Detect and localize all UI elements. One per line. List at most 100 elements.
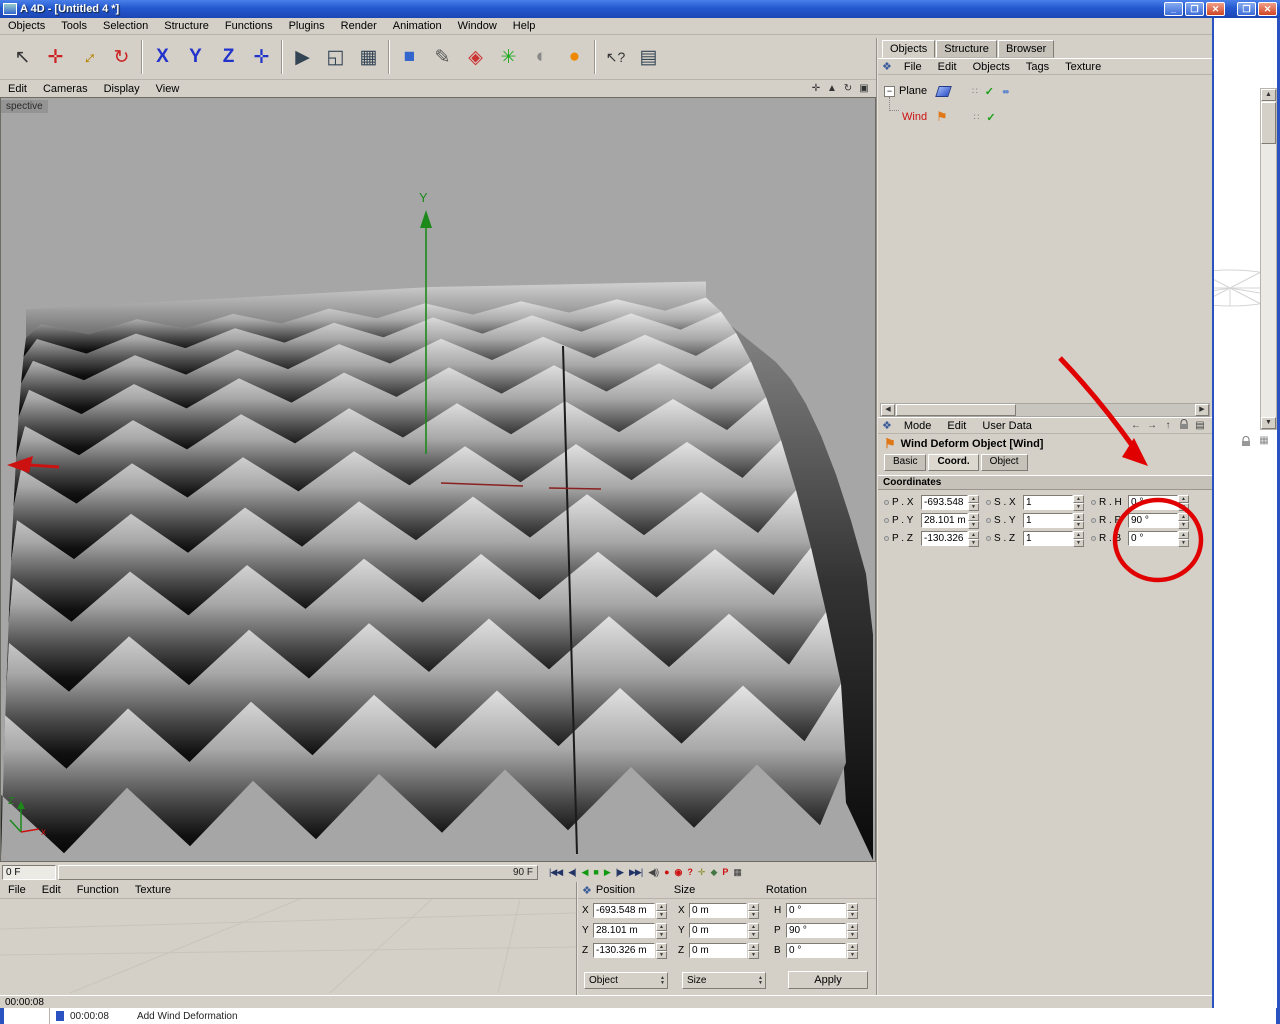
enabled-check-icon[interactable]: ✓ [985,85,994,98]
bg-window-close-button[interactable]: ✕ [1258,2,1277,16]
vp-menu-display[interactable]: Display [96,82,148,96]
rot-p-field[interactable] [786,923,846,938]
lock-y-axis-icon[interactable]: Y [179,38,212,76]
history-forward-icon[interactable]: → [1144,420,1160,431]
rot-h-spinner[interactable]: ▲ ▼ [847,903,858,919]
om-menu-file[interactable]: File [896,60,930,74]
px-field[interactable] [921,494,968,510]
pz-spinner[interactable]: ▲ ▼ [968,530,979,547]
lock-x-axis-icon[interactable]: X [146,38,179,76]
rb-spinner[interactable]: ▲ ▼ [1178,530,1189,547]
phong-tag-icon[interactable]: ●● [1002,87,1010,96]
close-button[interactable]: ✕ [1206,2,1225,16]
record-help-button[interactable]: ? [684,866,695,878]
menu-help[interactable]: Help [505,19,544,33]
help-cursor-icon[interactable]: ↖? [599,38,632,76]
tab-structure[interactable]: Structure [936,40,997,58]
rh-field[interactable] [1128,494,1178,510]
view-zoom-icon[interactable]: ▲ [824,83,840,94]
visibility-dots-icon[interactable]: ∷ [974,112,981,123]
grid-icon[interactable]: ▦ [730,866,744,879]
sx-field[interactable] [1023,494,1073,510]
add-deformer-icon[interactable]: ◈ [459,38,492,76]
scroll-down-icon[interactable]: ▼ [1261,417,1276,429]
size-x-field[interactable] [689,903,747,918]
sx-spinner[interactable]: ▲ ▼ [1073,494,1084,511]
menu-animation[interactable]: Animation [385,19,450,33]
om-menu-edit[interactable]: Edit [930,60,965,74]
minimize-button[interactable]: _ [1164,2,1183,16]
tab-coord[interactable]: Coord. [928,454,979,471]
size-x-spinner[interactable]: ▲ ▼ [748,903,759,919]
rot-h-field[interactable] [786,903,846,918]
bg-window-maximize-button[interactable]: ❐ [1237,2,1256,16]
lock-icon[interactable] [1238,436,1254,450]
add-particles-icon[interactable]: ✳ [492,38,525,76]
tlp-menu-edit[interactable]: Edit [34,883,69,897]
vp-menu-view[interactable]: View [148,82,188,96]
am-menu-userdata[interactable]: User Data [974,419,1040,433]
mode-dropdown[interactable]: Object ▲ ▼ [584,972,668,989]
coordinate-system-icon[interactable]: ✛ [245,38,278,76]
timeline-slider[interactable]: 90 F [58,864,538,880]
scroll-thumb[interactable] [1261,102,1276,144]
add-primitive-icon[interactable]: ■ [393,38,426,76]
anim-dot-icon[interactable] [1091,535,1096,541]
pz-field[interactable] [921,530,968,546]
rp-field[interactable] [1128,512,1178,528]
view-rotate-icon[interactable]: ↻ [840,83,856,94]
sy-spinner[interactable]: ▲ ▼ [1073,512,1084,529]
size-y-field[interactable] [689,923,747,938]
menu-render[interactable]: Render [333,19,385,33]
rot-p-spinner[interactable]: ▲ ▼ [847,923,858,939]
background-vscrollbar[interactable]: ▲ ▼ [1260,88,1277,430]
size-y-spinner[interactable]: ▲ ▼ [748,923,759,939]
pos-z-spinner[interactable]: ▲ ▼ [656,943,667,959]
anim-dot-icon[interactable] [986,517,991,523]
rb-field[interactable] [1128,530,1178,546]
view-pan-icon[interactable]: ✛ [808,83,824,94]
maximize-button[interactable]: ❐ [1185,2,1204,16]
goto-end-button[interactable]: ▶▶| [626,866,645,879]
add-spline-icon[interactable]: ✎ [426,38,459,76]
size-dropdown[interactable]: Size ▲ ▼ [682,972,766,989]
px-spinner[interactable]: ▲ ▼ [968,494,979,511]
menu-plugins[interactable]: Plugins [281,19,333,33]
history-back-icon[interactable]: ← [1128,420,1144,431]
coordinates-section-header[interactable]: Coordinates [878,475,1212,490]
lock-z-axis-icon[interactable]: Z [212,38,245,76]
view-maximize-icon[interactable]: ▣ [856,83,872,94]
tab-objects[interactable]: Objects [882,40,936,58]
anim-dot-icon[interactable] [1091,499,1096,505]
tab-basic[interactable]: Basic [884,454,927,471]
play-backward-button[interactable]: ◀ [578,866,590,879]
record-camera-button[interactable]: ◉ [672,866,685,879]
apply-button[interactable]: Apply [788,971,868,989]
am-menu-edit[interactable]: Edit [939,419,974,433]
autokey-icon[interactable]: ◆ [707,866,719,879]
sy-field[interactable] [1023,512,1073,528]
anim-dot-icon[interactable] [884,535,889,541]
scroll-left-icon[interactable]: ◀ [881,404,895,416]
vp-menu-edit[interactable]: Edit [0,82,35,96]
volume-icon[interactable]: ◀)) [645,866,661,879]
pos-y-spinner[interactable]: ▲ ▼ [656,923,667,939]
stop-button[interactable]: ■ [590,866,600,878]
tlp-menu-texture[interactable]: Texture [127,883,179,897]
tab-browser[interactable]: Browser [997,40,1055,58]
anim-dot-icon[interactable] [986,535,991,541]
menu-objects[interactable]: Objects [0,19,53,33]
render-settings-icon[interactable]: ▦ [352,38,385,76]
am-menu-mode[interactable]: Mode [896,419,940,433]
go-up-icon[interactable]: ↑ [1160,420,1176,431]
om-menu-objects[interactable]: Objects [965,60,1018,74]
menu-selection[interactable]: Selection [95,19,156,33]
pos-x-field[interactable] [593,903,655,918]
anim-dot-icon[interactable] [1091,517,1096,523]
pos-x-spinner[interactable]: ▲ ▼ [656,903,667,919]
pos-y-field[interactable] [593,923,655,938]
om-menu-texture[interactable]: Texture [1057,60,1109,74]
title-bar[interactable]: A 4D - [Untitled 4 *] _ ❐ ✕ ❐ ✕ [0,0,1280,18]
visibility-dots-icon[interactable]: ∷ [972,86,979,97]
rp-spinner[interactable]: ▲ ▼ [1178,512,1189,529]
